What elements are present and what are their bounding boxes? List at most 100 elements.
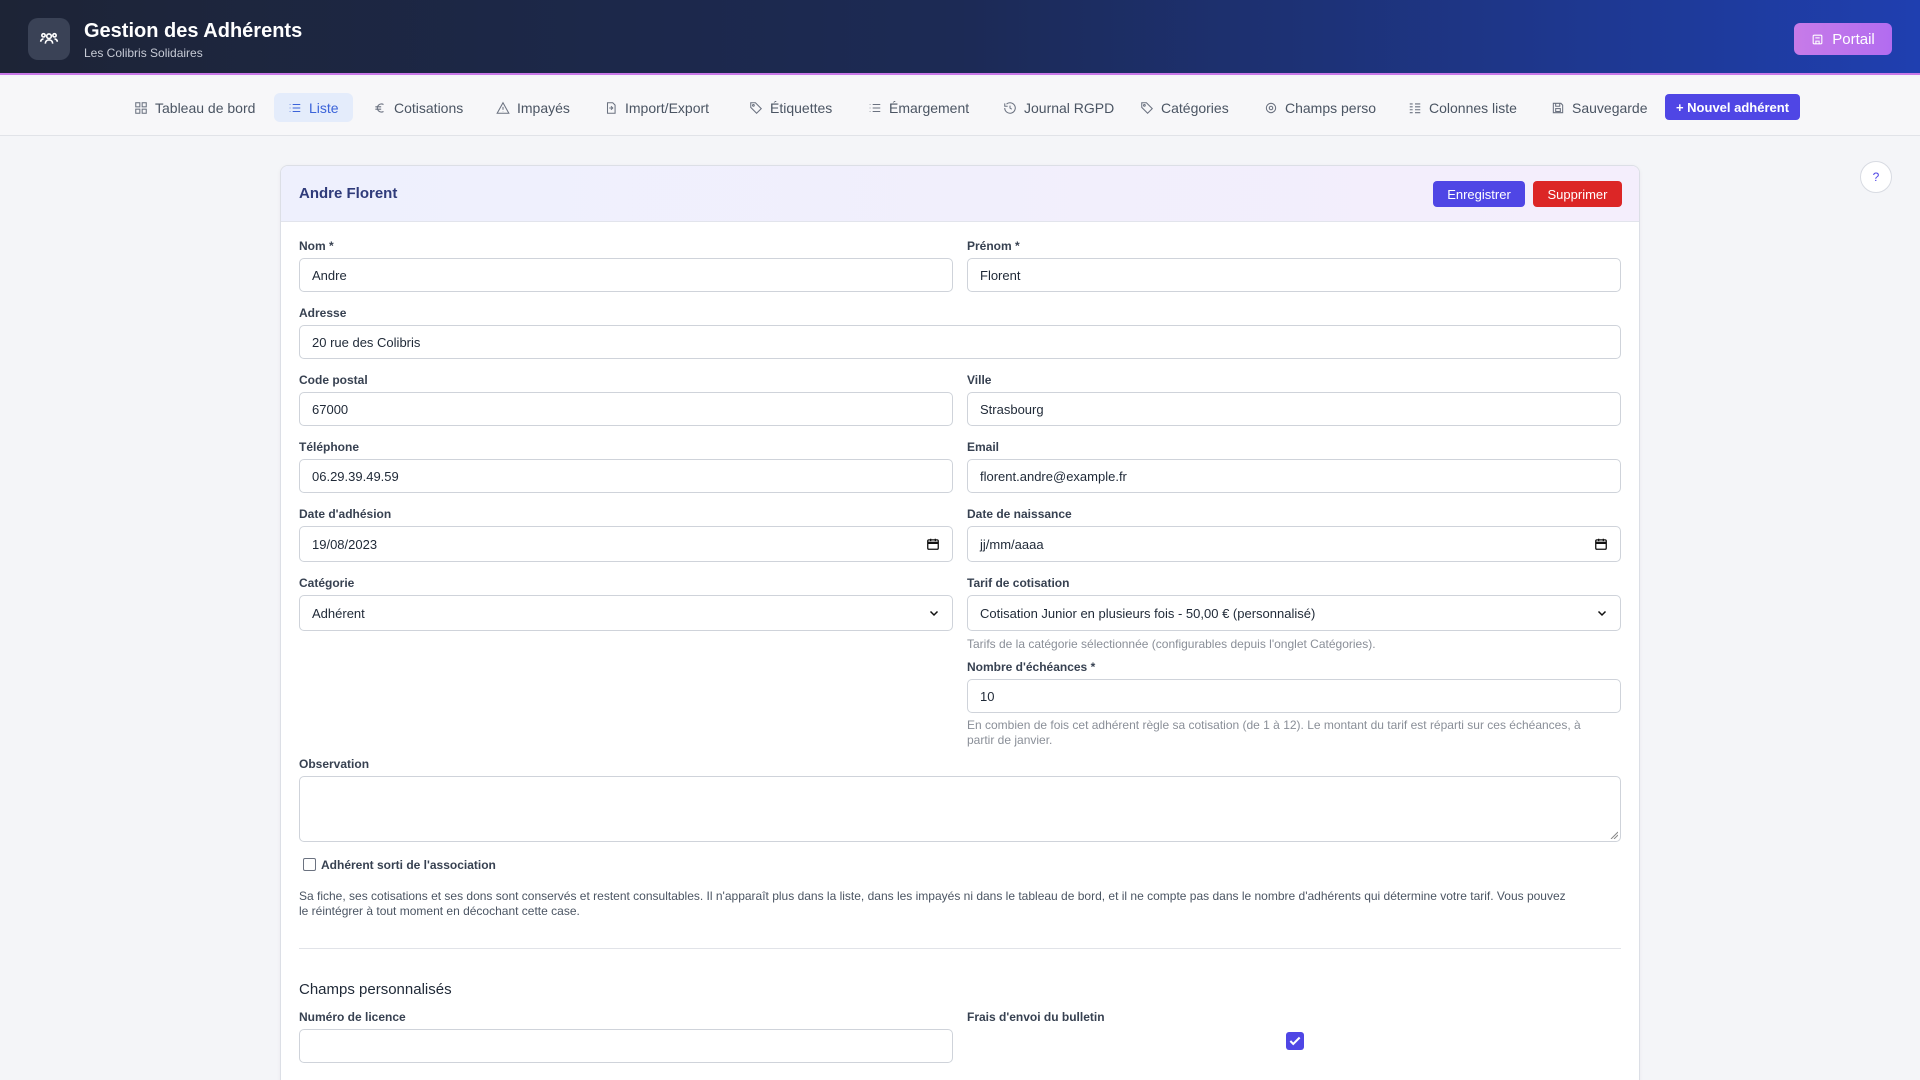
save-icon bbox=[1552, 102, 1564, 114]
licence-label: Numéro de licence bbox=[299, 1010, 406, 1024]
adresse-value: 20 rue des Colibris bbox=[312, 334, 421, 350]
tab-colonnes-liste[interactable]: Colonnes liste bbox=[1402, 94, 1523, 122]
tab-label: Colonnes liste bbox=[1429, 100, 1517, 116]
tab-cotisations[interactable]: Cotisations bbox=[367, 94, 469, 122]
portal-button[interactable]: Portail bbox=[1794, 23, 1892, 55]
tab-label: Import/Export bbox=[625, 100, 710, 116]
observation-label: Observation bbox=[299, 757, 370, 771]
email-label: Email bbox=[967, 440, 1000, 454]
echeances-hint-line2: partir de janvier. bbox=[967, 733, 1053, 747]
member-form-card: Andre Florent Enregistrer Supprimer Nom … bbox=[280, 165, 1640, 1080]
tarif-select[interactable]: Cotisation Junior en plusieurs fois - 50… bbox=[967, 595, 1621, 631]
adresse-label: Adresse bbox=[299, 306, 347, 320]
date-adhesion-label: Date d'adhésion bbox=[299, 507, 392, 521]
section-divider bbox=[299, 948, 1621, 949]
card-header: Andre Florent Enregistrer Supprimer bbox=[281, 166, 1639, 222]
telephone-value: 06.29.39.49.59 bbox=[312, 468, 399, 484]
categorie-select[interactable]: Adhérent bbox=[299, 595, 953, 631]
echeances-hint-line1: En combien de fois cet adhérent règle sa… bbox=[967, 718, 1581, 732]
sorti-description-line2: le réintégrer à tout moment en décochant… bbox=[299, 904, 580, 918]
ville-value: Strasbourg bbox=[980, 401, 1044, 417]
prenom-label: Prénom * bbox=[967, 239, 1020, 253]
tab-tableau-de-bord[interactable]: Tableau de bord bbox=[128, 94, 261, 122]
date-naissance-field[interactable]: jj/mm/aaaa bbox=[967, 526, 1621, 562]
columns-icon bbox=[1409, 103, 1421, 114]
categorie-label: Catégorie bbox=[299, 576, 355, 590]
tag-icon bbox=[1141, 102, 1153, 114]
app-title: Gestion des Adhérents bbox=[84, 20, 303, 42]
tarif-hint: Tarifs de la catégorie sélectionnée (con… bbox=[967, 637, 1376, 651]
tab-label: Cotisations bbox=[394, 100, 464, 116]
code-postal-label: Code postal bbox=[299, 373, 368, 387]
nom-label: Nom * bbox=[299, 239, 334, 253]
tab-sauvegarde[interactable]: Sauvegarde bbox=[1545, 94, 1654, 122]
date-adhesion-value: 19/08/2023 bbox=[312, 536, 378, 552]
custom-fields-title: Champs personnalisés bbox=[299, 981, 452, 998]
portal-label: Portail bbox=[1832, 30, 1875, 48]
tab-label: Sauvegarde bbox=[1572, 100, 1648, 116]
calendar-icon[interactable] bbox=[926, 537, 940, 551]
new-member-button[interactable]: + Nouvel adhérent bbox=[1665, 94, 1800, 120]
echeances-field[interactable]: 10 bbox=[967, 679, 1621, 713]
app-header: Gestion des Adhérents Les Colibris Solid… bbox=[0, 0, 1920, 75]
tab-impayes[interactable]: Impayés bbox=[490, 94, 576, 122]
member-name-title: Andre Florent bbox=[299, 185, 398, 202]
frais-checkbox[interactable] bbox=[1286, 1032, 1304, 1050]
tarif-label: Tarif de cotisation bbox=[967, 576, 1070, 590]
tab-emargement[interactable]: Émargement bbox=[862, 94, 975, 122]
ville-label: Ville bbox=[967, 373, 992, 387]
tab-etiquettes[interactable]: Étiquettes bbox=[743, 94, 838, 122]
resize-grip-icon[interactable] bbox=[1610, 831, 1618, 839]
ville-field[interactable]: Strasbourg bbox=[967, 392, 1621, 426]
tag-icon bbox=[750, 102, 762, 114]
warning-icon bbox=[496, 101, 510, 114]
chevron-down-icon bbox=[1597, 610, 1607, 617]
tab-label: Étiquettes bbox=[770, 100, 833, 116]
adresse-field[interactable]: 20 rue des Colibris bbox=[299, 325, 1621, 359]
history-icon bbox=[1004, 102, 1016, 114]
delete-button[interactable]: Supprimer bbox=[1533, 181, 1622, 207]
file-arrows-icon bbox=[606, 102, 616, 114]
euro-icon bbox=[375, 103, 384, 113]
categorie-value: Adhérent bbox=[312, 605, 365, 621]
date-adhesion-field[interactable]: 19/08/2023 bbox=[299, 526, 953, 562]
tab-label: Catégories bbox=[1161, 100, 1229, 116]
tab-label: Impayés bbox=[517, 100, 570, 116]
sorti-checkbox[interactable] bbox=[303, 858, 316, 871]
checkmark-icon bbox=[1289, 1036, 1301, 1046]
tab-champs-perso[interactable]: Champs perso bbox=[1258, 94, 1382, 122]
list-icon bbox=[869, 103, 881, 113]
calendar-icon[interactable] bbox=[1594, 537, 1608, 551]
nom-field[interactable]: Andre bbox=[299, 258, 953, 292]
licence-field[interactable] bbox=[299, 1029, 953, 1063]
telephone-field[interactable]: 06.29.39.49.59 bbox=[299, 459, 953, 493]
nom-value: Andre bbox=[312, 267, 347, 283]
tab-import-export[interactable]: Import/Export bbox=[598, 94, 715, 122]
tab-label: Liste bbox=[309, 99, 339, 116]
date-naissance-placeholder: jj/mm/aaaa bbox=[980, 536, 1044, 552]
sorti-description-line1: Sa fiche, ses cotisations et ses dons so… bbox=[299, 889, 1566, 903]
tab-categories[interactable]: Catégories bbox=[1134, 94, 1235, 122]
frais-label: Frais d'envoi du bulletin bbox=[967, 1010, 1105, 1024]
list-icon bbox=[289, 103, 301, 112]
save-button[interactable]: Enregistrer bbox=[1433, 181, 1525, 207]
building-icon bbox=[1812, 34, 1823, 44]
observation-textarea[interactable] bbox=[299, 776, 1621, 842]
telephone-label: Téléphone bbox=[299, 440, 360, 454]
prenom-field[interactable]: Florent bbox=[967, 258, 1621, 292]
email-value: florent.andre@example.fr bbox=[980, 468, 1127, 484]
tab-label: Émargement bbox=[889, 100, 970, 116]
code-postal-field[interactable]: 67000 bbox=[299, 392, 953, 426]
date-naissance-label: Date de naissance bbox=[967, 507, 1072, 521]
tab-label: Journal RGPD bbox=[1024, 100, 1115, 116]
email-field[interactable]: florent.andre@example.fr bbox=[967, 459, 1621, 493]
help-button[interactable]: ? bbox=[1860, 161, 1892, 193]
code-postal-value: 67000 bbox=[312, 401, 349, 417]
tab-label: Tableau de bord bbox=[155, 100, 256, 116]
gear-icon bbox=[1265, 102, 1277, 114]
tab-liste[interactable]: Liste bbox=[274, 93, 353, 122]
tab-journal-rgpd[interactable]: Journal RGPD bbox=[997, 94, 1120, 122]
prenom-value: Florent bbox=[980, 267, 1021, 283]
echeances-label: Nombre d'échéances * bbox=[967, 660, 1096, 674]
echeances-value: 10 bbox=[980, 688, 995, 704]
